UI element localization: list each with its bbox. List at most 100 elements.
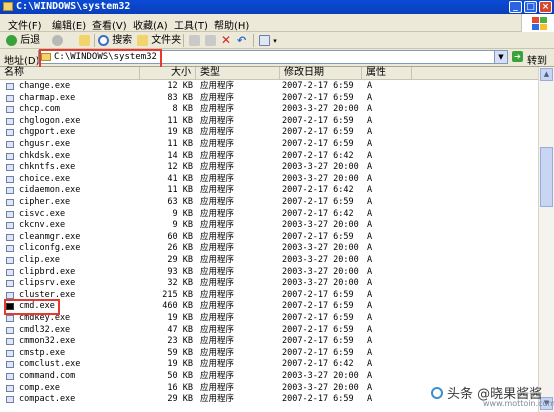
application-file-icon [6,117,14,125]
forward-button[interactable] [52,34,63,47]
application-file-icon [6,187,14,195]
search-button[interactable]: 搜索 [98,34,132,47]
file-size: 9 KB [172,208,193,219]
file-name: cisvc.exe [19,208,66,219]
file-size: 59 KB [167,347,193,358]
file-name: chkntfs.exe [19,162,76,173]
file-row[interactable]: chglogon.exe 11 KB 应用程序 2007-2-17 6:59 A [0,116,538,128]
file-row[interactable]: cluster.exe 215 KB 应用程序 2007-2-17 6:59 A [0,290,538,302]
file-row[interactable]: cmdkey.exe 19 KB 应用程序 2007-2-17 6:59 A [0,313,538,325]
application-file-icon [6,384,14,392]
menu-tools[interactable]: 工具(T) [174,17,208,32]
file-attributes: A [367,208,373,219]
file-type: 应用程序 [200,243,235,254]
file-row[interactable]: cmstp.exe 59 KB 应用程序 2007-2-17 6:59 A [0,348,538,360]
menu-help[interactable]: 帮助(H) [214,17,249,32]
file-row[interactable]: chcp.com 8 KB 应用程序 2003-3-27 20:00 A [0,104,538,116]
file-row[interactable]: change.exe 12 KB 应用程序 2007-2-17 6:59 A [0,81,538,93]
close-button[interactable]: × [539,1,552,13]
file-row[interactable]: cmmon32.exe 23 KB 应用程序 2007-2-17 6:59 A [0,336,538,348]
file-type: 应用程序 [200,278,235,289]
go-button[interactable]: 转到 [527,52,547,67]
copy-to-button[interactable] [205,34,216,47]
menu-file[interactable]: 文件(F) [8,17,42,32]
menu-edit[interactable]: 编辑(E) [52,17,86,32]
file-name: cliconfg.exe [19,243,81,254]
file-date: 2003-3-27 20:00 [282,266,359,277]
file-date: 2007-2-17 6:59 [282,115,354,126]
title-bar[interactable]: C:\WINDOWS\system32 _ □ × [0,0,554,14]
file-row[interactable]: comclust.exe 19 KB 应用程序 2007-2-17 6:42 A [0,359,538,371]
application-file-icon [6,210,14,218]
folder-icon [3,2,13,11]
back-button[interactable]: 后退 [6,34,40,47]
column-header-date[interactable]: 修改日期 [280,67,362,79]
file-row[interactable]: chkntfs.exe 12 KB 应用程序 2003-3-27 20:00 A [0,162,538,174]
file-name: clipsrv.exe [19,278,76,289]
minimize-button[interactable]: _ [509,1,522,13]
go-arrow-icon[interactable]: ➔ [512,51,523,62]
file-row[interactable]: cmdl32.exe 47 KB 应用程序 2007-2-17 6:59 A [0,325,538,337]
file-attributes: A [367,336,373,347]
file-attributes: A [367,92,373,103]
file-type: 应用程序 [200,150,235,161]
file-row[interactable]: chgport.exe 19 KB 应用程序 2007-2-17 6:59 A [0,127,538,139]
move-to-button[interactable] [189,34,200,47]
file-row[interactable]: cmd.exe 460 KB 应用程序 2007-2-17 6:59 A [0,301,538,313]
folders-button[interactable]: 文件夹 [137,34,181,47]
up-folder-button[interactable] [79,34,90,47]
file-date: 2007-2-17 6:59 [282,231,354,242]
address-label: 地址(D) [4,56,40,67]
file-row[interactable]: ckcnv.exe 9 KB 应用程序 2003-3-27 20:00 A [0,220,538,232]
column-header-type[interactable]: 类型 [196,67,280,79]
file-row[interactable]: clipbrd.exe 93 KB 应用程序 2003-3-27 20:00 A [0,267,538,279]
column-header-name[interactable]: 名称 [0,67,140,79]
column-header-size[interactable]: 大小 [140,67,196,79]
file-date: 2003-3-27 20:00 [282,243,359,254]
file-row[interactable]: cliconfg.exe 26 KB 应用程序 2003-3-27 20:00 A [0,243,538,255]
scroll-thumb[interactable] [540,147,553,207]
file-type: 应用程序 [200,301,235,312]
file-date: 2003-3-27 20:00 [282,255,359,265]
file-row[interactable]: clip.exe 29 KB 应用程序 2003-3-27 20:00 A [0,255,538,267]
move-to-icon [189,34,200,46]
vertical-scrollbar[interactable]: ▲ ▼ [538,67,554,412]
file-size: 63 KB [167,197,193,207]
address-dropdown-icon[interactable]: ▼ [494,51,507,63]
file-date: 2007-2-17 6:59 [282,394,354,405]
file-row[interactable]: choice.exe 41 KB 应用程序 2003-3-27 20:00 A [0,174,538,186]
file-attributes: A [367,347,373,358]
scroll-up-icon[interactable]: ▲ [540,68,553,81]
column-header-attributes[interactable]: 属性 [362,67,412,79]
application-file-icon [6,396,14,404]
file-row[interactable]: clipsrv.exe 32 KB 应用程序 2003-3-27 20:00 A [0,278,538,290]
file-name: comp.exe [19,382,60,393]
file-row[interactable]: cidaemon.exe 11 KB 应用程序 2007-2-17 6:42 A [0,185,538,197]
file-row[interactable]: chgusr.exe 11 KB 应用程序 2007-2-17 6:59 A [0,139,538,151]
undo-button[interactable]: ↶ [237,34,246,47]
file-attributes: A [367,394,373,405]
file-row[interactable]: cipher.exe 63 KB 应用程序 2007-2-17 6:59 A [0,197,538,209]
file-name: compact.exe [19,394,76,405]
menu-view[interactable]: 查看(V) [92,17,127,32]
file-row[interactable]: charmap.exe 83 KB 应用程序 2007-2-17 6:59 A [0,93,538,105]
file-name: clipbrd.exe [19,266,76,277]
delete-button[interactable]: ✕ [221,34,231,47]
file-row[interactable]: chkdsk.exe 14 KB 应用程序 2007-2-17 6:42 A [0,151,538,163]
file-row[interactable]: cleanmgr.exe 60 KB 应用程序 2007-2-17 6:59 A [0,232,538,244]
file-row[interactable]: cisvc.exe 9 KB 应用程序 2007-2-17 6:42 A [0,209,538,221]
file-name: cmstp.exe [19,347,66,358]
menu-favorites[interactable]: 收藏(A) [133,17,168,32]
application-file-icon [6,233,14,241]
file-type: 应用程序 [200,382,235,393]
file-attributes: A [367,139,373,149]
maximize-button[interactable]: □ [524,1,537,13]
views-button[interactable]: ▾ [259,34,277,47]
application-file-icon [6,222,14,230]
file-name: clip.exe [19,255,60,265]
file-size: 11 KB [167,139,193,149]
file-size: 16 KB [167,382,193,393]
file-type: 应用程序 [200,173,235,184]
file-row[interactable]: command.com 50 KB 应用程序 2003-3-27 20:00 A [0,371,538,383]
application-file-icon [6,349,14,357]
